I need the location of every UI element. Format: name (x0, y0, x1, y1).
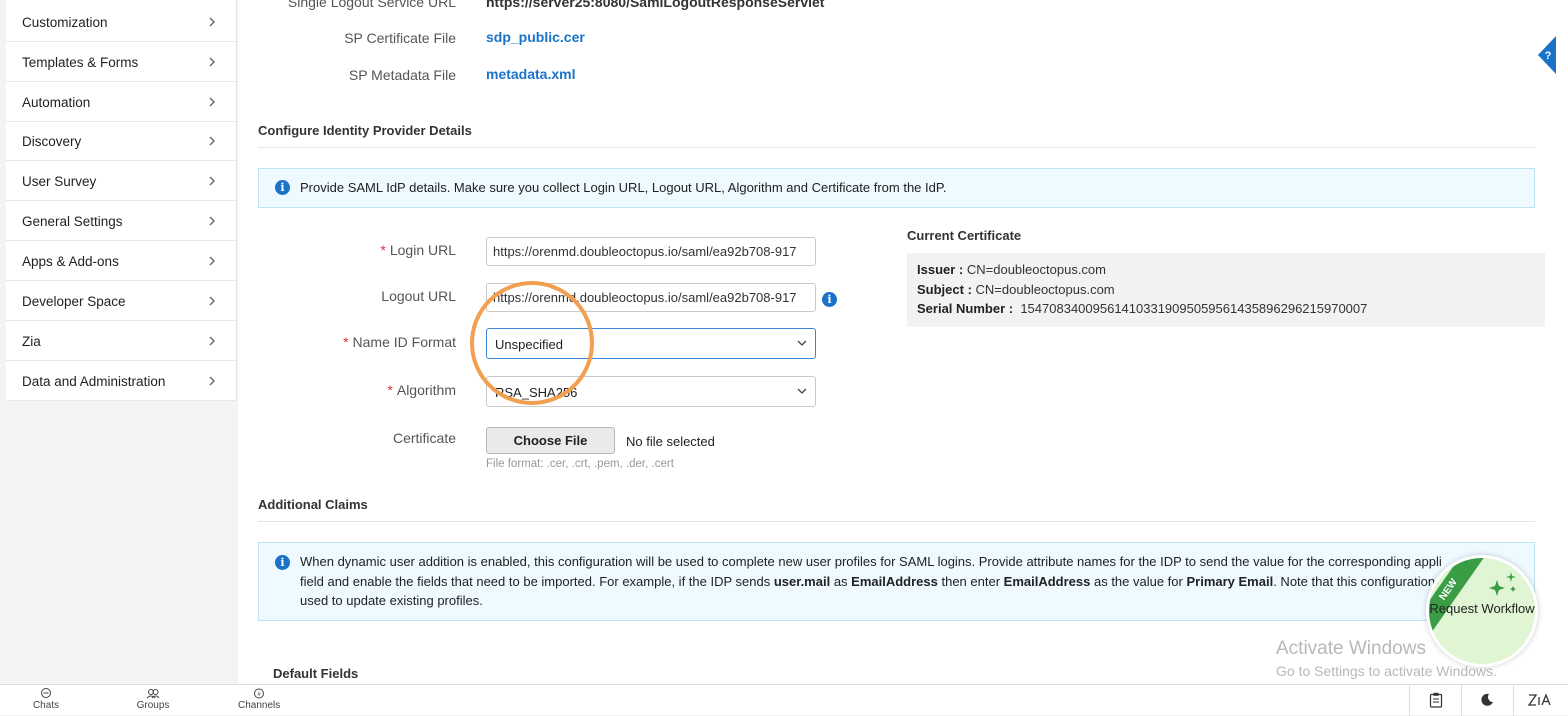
zia-button[interactable] (1513, 685, 1568, 716)
login-url-input[interactable]: https://orenmd.doubleoctopus.io/saml/ea9… (486, 237, 816, 266)
saml-settings-panel: Single Logout Service URL https://server… (238, 0, 1568, 684)
claims-info-line3: used to update existing profiles. (300, 593, 483, 608)
sp-metadata-label: SP Metadata File (348, 67, 456, 83)
cert-subject-row: Subject : CN=doubleoctopus.com (917, 282, 1115, 297)
notes-button[interactable] (1409, 685, 1461, 716)
chevron-right-icon (209, 216, 215, 226)
claims-info-line1: When dynamic user addition is enabled, t… (300, 554, 1442, 569)
sidebar-item-templates-forms[interactable]: Templates & Forms (6, 42, 237, 82)
logout-url-info-icon[interactable]: i (822, 292, 837, 307)
sidebar-item-general-settings[interactable]: General Settings (6, 201, 237, 241)
sp-certificate-label: SP Certificate File (344, 30, 456, 46)
current-certificate-box: Issuer : CN=doubleoctopus.com Subject : … (907, 253, 1545, 327)
chevron-down-icon (797, 340, 807, 346)
logout-url-label: Logout URL (381, 288, 456, 304)
sp-logout-url-label: Single Logout Service URL (287, 0, 456, 10)
certificate-label: Certificate (392, 430, 456, 446)
clipboard-icon (1429, 692, 1443, 708)
claims-info-line2: field and enable the fields that need to… (300, 574, 1451, 589)
sidebar-item-developer-space[interactable]: Developer Space (6, 281, 237, 321)
info-icon: i (275, 180, 290, 195)
sidebar-item-customization[interactable]: Customization (6, 2, 237, 42)
groups-button[interactable]: Groups (136, 688, 170, 711)
chat-icon (41, 688, 51, 698)
chevron-right-icon (209, 136, 215, 146)
chevron-right-icon (209, 57, 215, 67)
activate-windows-subtitle: Go to Settings to activate Windows. (1276, 663, 1497, 679)
login-url-label: * Login URL (380, 242, 456, 258)
sidebar-menu: Customization Templates & Forms Automati… (6, 0, 237, 401)
sidebar-item-label: Zia (22, 334, 41, 349)
sidebar-item-label: Discovery (22, 134, 82, 149)
sp-metadata-link[interactable]: metadata.xml (486, 66, 575, 82)
file-format-hint: File format: .cer, .crt, .pem, .der, .ce… (486, 458, 674, 470)
sidebar-item-zia[interactable]: Zia (6, 321, 237, 361)
channels-button[interactable]: # Channels (238, 688, 280, 711)
channels-icon: # (254, 688, 264, 699)
svg-text:#: # (257, 692, 261, 698)
chats-button[interactable]: Chats (32, 688, 60, 711)
algorithm-label: * Algorithm (387, 382, 456, 398)
sidebar-item-label: Apps & Add-ons (22, 254, 119, 269)
sidebar-item-label: Data and Administration (22, 374, 166, 389)
sidebar-item-discovery[interactable]: Discovery (6, 121, 237, 161)
chevron-right-icon (209, 17, 215, 27)
idp-info-text: Provide SAML IdP details. Make sure you … (300, 180, 947, 195)
cert-serial-row: Serial Number : 154708340095614103319095… (917, 301, 1368, 316)
sidebar-item-label: User Survey (22, 174, 97, 189)
sp-certificate-link[interactable]: sdp_public.cer (486, 29, 585, 45)
dark-mode-button[interactable] (1461, 685, 1513, 716)
settings-sidebar: Customization Templates & Forms Automati… (0, 0, 238, 684)
sidebar-item-automation[interactable]: Automation (6, 82, 237, 122)
section-divider (258, 521, 1535, 522)
current-certificate-title: Current Certificate (907, 228, 1022, 243)
idp-section-title: Configure Identity Provider Details (258, 123, 472, 138)
claims-info-box: i When dynamic user addition is enabled,… (258, 542, 1535, 621)
cert-issuer-row: Issuer : CN=doubleoctopus.com (917, 262, 1106, 277)
sidebar-item-data-administration[interactable]: Data and Administration (6, 361, 237, 401)
idp-info-box: i Provide SAML IdP details. Make sure yo… (258, 168, 1535, 208)
additional-claims-title: Additional Claims (258, 497, 368, 512)
chevron-right-icon (209, 296, 215, 306)
request-workflow-label: Request Workflow (1429, 601, 1535, 616)
activate-windows-title: Activate Windows (1276, 638, 1426, 659)
info-icon: i (275, 555, 290, 570)
sidebar-item-label: Customization (22, 15, 108, 30)
default-fields-title: Default Fields (273, 666, 359, 681)
chats-label: Chats (32, 700, 60, 711)
request-workflow-button[interactable]: NEW Request Workflow (1426, 555, 1538, 667)
chevron-right-icon (209, 97, 215, 107)
section-divider (258, 147, 1535, 148)
sidebar-item-apps-addons[interactable]: Apps & Add-ons (6, 241, 237, 281)
groups-label: Groups (136, 700, 170, 711)
chevron-right-icon (209, 376, 215, 386)
chevron-right-icon (209, 336, 215, 346)
sparkle-icon (1489, 572, 1516, 596)
chevron-down-icon (797, 388, 807, 394)
zia-icon (1527, 693, 1551, 706)
help-tab-icon[interactable]: ? (1536, 36, 1556, 74)
bottom-bar: Chats Groups # Channels (0, 684, 1568, 716)
sidebar-item-label: Developer Space (22, 294, 126, 309)
sidebar-item-user-survey[interactable]: User Survey (6, 161, 237, 201)
sidebar-item-label: Automation (22, 95, 91, 110)
chevron-right-icon (209, 176, 215, 186)
name-id-format-label: * Name ID Format (343, 334, 456, 350)
sidebar-item-label: General Settings (22, 214, 123, 229)
sp-logout-url-value: https://server25:8080/SamlLogoutResponse… (486, 0, 825, 10)
sidebar-item-label: Templates & Forms (22, 55, 139, 70)
groups-icon (146, 689, 160, 699)
choose-file-button[interactable]: Choose File (486, 427, 615, 454)
channels-label: Channels (238, 700, 281, 711)
highlight-circle (470, 281, 594, 405)
chevron-right-icon (209, 256, 215, 266)
svg-text:?: ? (1545, 50, 1552, 62)
moon-icon (1481, 693, 1493, 706)
no-file-selected-text: No file selected (626, 434, 715, 449)
